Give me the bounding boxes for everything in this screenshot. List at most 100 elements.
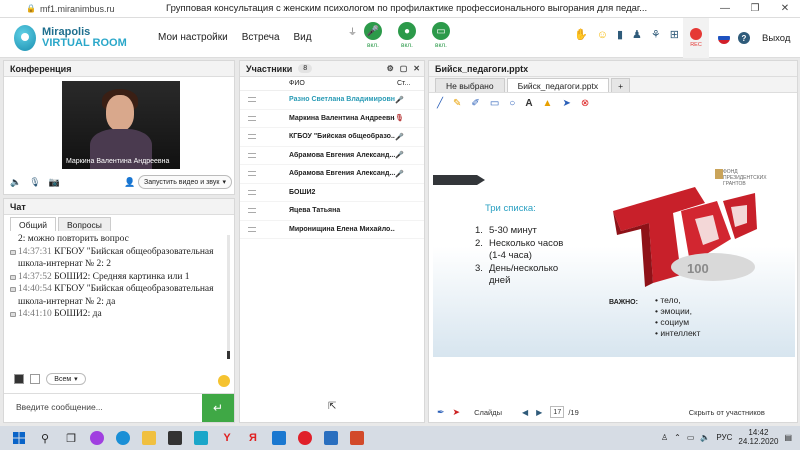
list-item[interactable]: БОШИ2 <box>240 184 424 202</box>
search-icon[interactable]: ⚲ <box>32 426 58 450</box>
yandex-y-icon[interactable]: Y <box>214 426 240 450</box>
windows-start-icon[interactable] <box>6 426 32 450</box>
users-icon[interactable]: ♟ <box>632 28 642 41</box>
message-icon <box>10 274 16 280</box>
slide-canvas: ФОНД ПРЕЗИДЕНТСКИХ ГРАНТОВ Три списка: 1… <box>433 155 795 357</box>
microphone-toggle[interactable]: 🎤 вкл. <box>362 22 384 49</box>
pen-icon[interactable]: ╱ <box>437 98 443 109</box>
slide-heading: Три списка: <box>485 203 536 214</box>
list-item[interactable]: Маркина Валентина Андреевна 🎙 <box>240 110 424 128</box>
clock[interactable]: 14:42 24.12.2020 <box>738 428 778 446</box>
person-icon[interactable]: ♙ <box>661 433 668 442</box>
prev-slide-icon[interactable]: ◀ <box>522 408 528 417</box>
task-view-icon[interactable]: ❐ <box>58 426 84 450</box>
chat-time: 14:40:54 <box>18 284 52 294</box>
opera-icon[interactable] <box>292 426 318 450</box>
yandex-icon[interactable]: Я <box>240 426 266 450</box>
record-label: REC <box>690 42 702 48</box>
browser-url[interactable]: mf1.miranimbus.ru <box>40 4 158 14</box>
list-item[interactable]: Абрамова Евгения Александ... 🎤 <box>240 165 424 184</box>
edge-icon[interactable] <box>110 426 136 450</box>
exit-button[interactable]: Выход <box>762 33 790 44</box>
mail-icon[interactable] <box>266 426 292 450</box>
next-slide-icon[interactable]: ▶ <box>536 408 542 417</box>
emoji-icon[interactable]: ☺ <box>597 29 608 41</box>
photos-icon[interactable] <box>318 426 344 450</box>
language-flag-icon[interactable] <box>718 32 730 44</box>
mouse-cursor-icon: ⇱ <box>328 401 337 412</box>
send-button[interactable]: ↵ <box>202 394 234 422</box>
app-l-icon[interactable] <box>188 426 214 450</box>
emoji-picker-icon[interactable] <box>218 375 230 387</box>
laser-pointer-icon[interactable]: ➤ <box>453 407 461 418</box>
clear-icon[interactable]: ⊗ <box>581 98 589 109</box>
close-icon[interactable]: ✕ <box>413 64 420 73</box>
menu-view[interactable]: Вид <box>294 32 312 43</box>
list-item: тело, <box>655 295 700 306</box>
help-icon[interactable]: ? <box>738 32 750 44</box>
chevron-up-icon[interactable]: ⌃ <box>674 433 681 442</box>
column-name[interactable]: ФИО <box>289 80 397 87</box>
maximize-icon[interactable]: ▢ <box>400 64 408 73</box>
minimize-icon[interactable]: — <box>718 1 732 15</box>
language-indicator[interactable]: РУС <box>716 433 732 442</box>
mic-settings-icon[interactable]: 🎙 <box>29 177 40 188</box>
record-button[interactable]: REC <box>683 18 709 58</box>
add-tab-button[interactable]: + <box>611 78 631 92</box>
participant-name: Яцева Татьяна <box>289 207 341 215</box>
store-icon[interactable] <box>162 426 188 450</box>
volume-icon[interactable]: 🔈 <box>700 433 710 442</box>
camera-settings-icon[interactable]: 📷 <box>49 177 60 188</box>
tab-not-selected[interactable]: Не выбрано <box>435 78 505 92</box>
recipient-select[interactable]: Всем ▾ <box>46 373 86 385</box>
list-item[interactable]: Яцева Татьяна <box>240 202 424 221</box>
tab-general[interactable]: Общий <box>10 217 56 231</box>
more-icon[interactable]: ⊞ <box>670 28 679 41</box>
system-tray: ♙ ⌃ ▭ 🔈 РУС 14:42 24.12.2020 ▤ <box>661 428 792 446</box>
logo: Mirapolis VIRTUAL ROOM <box>14 24 144 51</box>
rectangle-icon[interactable]: ▭ <box>490 98 499 109</box>
chat-time: 14:37:52 <box>18 271 52 282</box>
speaker-icon[interactable]: 🔈 <box>10 177 21 188</box>
list-item: интеллект <box>655 328 700 339</box>
powerpoint-icon[interactable] <box>344 426 370 450</box>
network-icon[interactable]: ▭ <box>687 433 695 442</box>
chat-scrollbar[interactable] <box>227 235 230 359</box>
video-feed[interactable]: Маркина Валентина Андреевна <box>62 81 180 169</box>
start-video-button[interactable]: Запустить видео и звук ▾ <box>138 175 232 189</box>
list-item[interactable]: Разно Светлана Владимировна 🎤 <box>240 91 424 110</box>
chart-icon[interactable]: ▮ <box>617 28 623 41</box>
gear-icon[interactable]: ⚙ <box>387 64 394 73</box>
chat-input[interactable]: Введите сообщение... <box>16 402 103 412</box>
tab-questions[interactable]: Вопросы <box>57 217 111 231</box>
list-item[interactable]: КГБОУ "Бийская общеобразо... 🎤 <box>240 128 424 147</box>
screen-share-toggle[interactable]: ▭ вкл. <box>430 22 452 49</box>
app-header: Mirapolis VIRTUAL ROOM Мои настройки Вст… <box>0 18 800 58</box>
menu-meeting[interactable]: Встреча <box>242 32 280 43</box>
menu-my-settings[interactable]: Мои настройки <box>158 32 228 43</box>
column-status[interactable]: Ст... <box>397 80 410 87</box>
list-item[interactable]: Миронищина Елена Михайло... <box>240 221 424 239</box>
slides-button[interactable]: Слайды <box>474 408 502 417</box>
camera-toggle[interactable]: ● вкл. <box>396 22 418 49</box>
restore-icon[interactable]: ❐ <box>748 1 762 15</box>
close-icon[interactable]: ✕ <box>778 1 792 15</box>
page-input[interactable]: 17 <box>550 406 565 418</box>
pointer-icon[interactable]: ➤ <box>562 98 570 109</box>
tab-presentation-file[interactable]: Бийск_педагоги.pptx <box>506 78 610 92</box>
pen-icon[interactable]: ✒ <box>437 407 445 418</box>
fill-icon[interactable]: ▲ <box>543 98 553 109</box>
folder-icon[interactable] <box>136 426 162 450</box>
text-color-icon[interactable] <box>14 374 24 384</box>
background-color-icon[interactable] <box>30 374 40 384</box>
raise-hand-icon[interactable]: ✋ <box>574 28 588 41</box>
text-icon[interactable]: A <box>525 98 532 109</box>
notifications-icon[interactable]: ▤ <box>784 433 792 442</box>
cortana-icon[interactable] <box>84 426 110 450</box>
hide-from-participants-button[interactable]: Скрыть от участников <box>689 408 765 417</box>
list-item[interactable]: Абрамова Евгения Александ... 🎤 <box>240 147 424 165</box>
tree-icon[interactable]: ⚘ <box>651 28 661 41</box>
circle-icon[interactable]: ○ <box>509 98 515 109</box>
highlighter-icon[interactable]: ✐ <box>471 98 479 109</box>
marker-icon[interactable]: ✎ <box>453 98 461 109</box>
